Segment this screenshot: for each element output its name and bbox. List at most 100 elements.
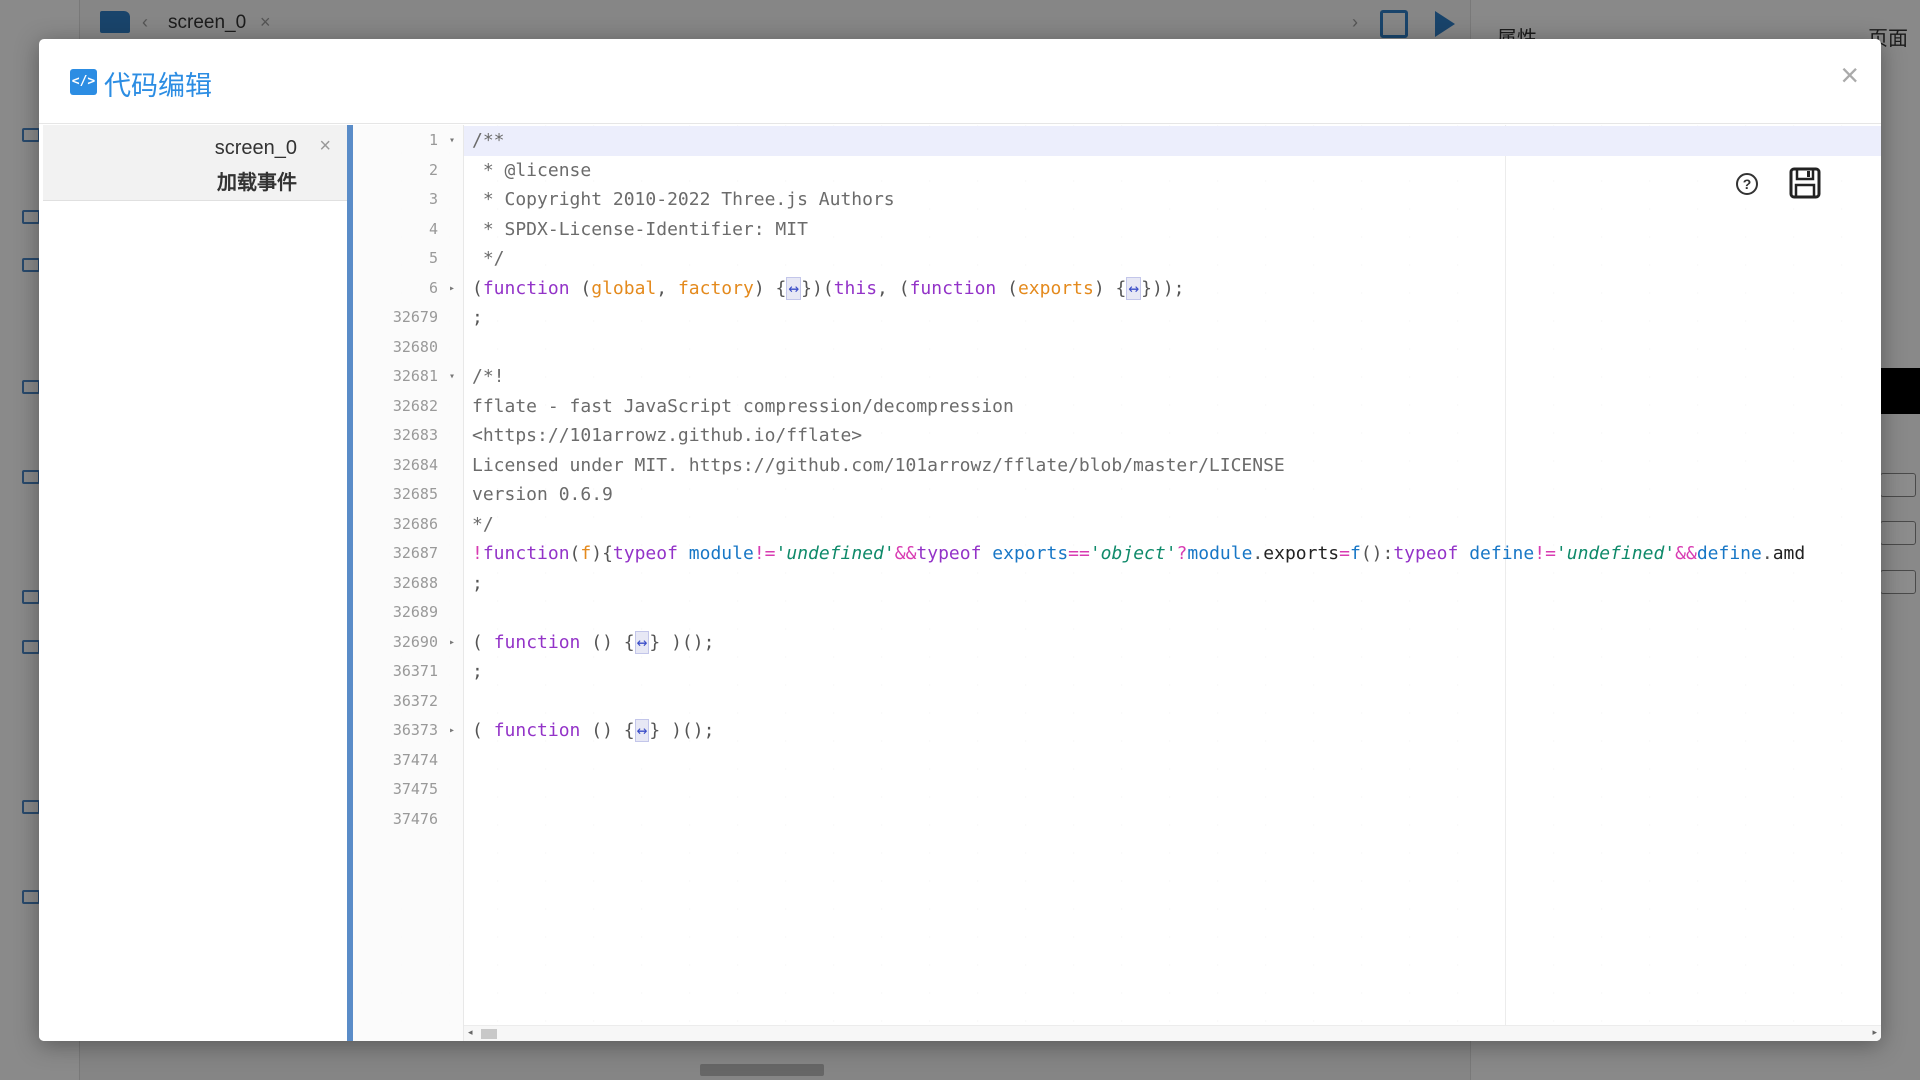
code-token: ; [472,307,483,328]
code-token: })( [801,277,834,299]
line-number: 32689 [353,598,464,628]
folded-code-marker[interactable]: ↔ [634,630,650,654]
code-token: , ( [877,277,910,299]
close-script-button[interactable]: × [319,135,331,158]
code-line[interactable]: /*! [464,362,1881,392]
code-line[interactable]: /** [464,126,1881,156]
line-number: 36371 [353,657,464,687]
code-token: ? [1176,543,1188,564]
line-number: 32681 ▾ [353,362,464,392]
code-line[interactable]: */ [464,510,1881,540]
code-token: == [1068,543,1090,564]
script-event-label: 加载事件 [217,172,297,194]
code-token: fflate - fast JavaScript compression/dec… [472,395,1014,417]
code-line[interactable]: * Copyright 2010-2022 Three.js Authors [464,185,1881,215]
line-number: 2 [353,156,464,186]
help-circle-icon[interactable]: ? [1736,173,1758,195]
code-line[interactable]: ( function () {↔} )(); [464,716,1881,746]
code-token: ; [472,661,483,682]
line-number-text: 4 [428,219,438,238]
line-number-text: 37476 [392,809,438,828]
dialog-title: 代码编辑 [104,71,212,101]
code-token: () { [580,631,635,653]
code-line[interactable]: */ [464,244,1881,274]
code-token: exports [992,543,1069,564]
code-token: f [580,543,592,564]
code-token: module [688,543,754,564]
code-token: this [833,277,878,299]
script-list: screen_0 × 加载事件 [39,125,347,1041]
horizontal-scrollbar[interactable]: ◂ ▸ [464,1025,1881,1041]
code-line[interactable] [464,746,1881,776]
code-line[interactable]: ; [464,569,1881,599]
line-number-text: 32686 [392,514,438,533]
folded-code-marker[interactable]: ↔ [634,719,650,742]
line-number-text: 32680 [392,337,438,356]
folded-code-marker[interactable]: ↔ [1126,276,1142,300]
scroll-right-icon[interactable]: ▸ [1872,1027,1877,1038]
code-token: ( [472,720,494,741]
code-token: typeof [1393,543,1459,564]
code-line[interactable]: (function (global, factory) {↔})(this, (… [464,274,1881,304]
script-name: screen_0 [214,137,297,159]
folded-code-marker[interactable]: ↔ [786,276,802,300]
line-number: 6 ▸ [353,274,464,304]
code-line[interactable]: !function(f){typeof module!='undefined'&… [464,539,1881,569]
line-number: 37474 [353,746,464,776]
code-line[interactable]: ; [464,303,1881,333]
fold-closed-icon[interactable]: ▸ [449,274,455,304]
code-token: ( [569,543,581,564]
line-number: 3 [353,185,464,215]
line-number-text: 32681 [392,367,438,385]
code-token: ){ [591,543,613,564]
code-content[interactable]: /** * @license * Copyright 2010-2022 Thr… [464,125,1881,1025]
code-line[interactable] [464,598,1881,628]
code-token: function [482,543,570,564]
code-line[interactable]: version 0.6.9 [464,480,1881,510]
line-number-text: 32688 [392,573,438,592]
code-line[interactable]: Licensed under MIT. https://github.com/1… [464,451,1881,481]
script-list-item[interactable]: screen_0 × 加载事件 [43,125,347,201]
line-number-text: 37475 [392,780,438,798]
code-token: } )(); [649,631,715,653]
code-line[interactable]: <https://101arrowz.github.io/fflate> [464,421,1881,451]
code-token: 'object' [1089,543,1177,564]
code-token: exports [1263,543,1340,564]
code-token: . [1252,543,1264,564]
code-token: function [909,277,997,299]
scroll-left-icon[interactable]: ◂ [468,1027,473,1038]
scrollbar-thumb[interactable] [481,1029,497,1039]
fold-open-icon[interactable]: ▾ [449,362,455,392]
code-editor[interactable]: 1 ▾ 2 3 4 5 6 ▸ 32679 32680 32681 ▾ 32682 32683 32684 3… [353,125,1881,1041]
line-number-gutter: 1 ▾ 2 3 4 5 6 ▸ 32679 32680 32681 ▾ 32682 32683 32684 3… [353,125,464,1041]
code-line[interactable]: ( function () {↔} )(); [464,628,1881,658]
code-token: && [1675,543,1697,564]
line-number-text: 1 [428,131,438,149]
code-line[interactable] [464,333,1881,363]
fold-open-icon[interactable]: ▾ [449,126,455,156]
code-token: f [1349,543,1361,564]
line-number: 37475 [353,775,464,805]
code-line[interactable] [464,775,1881,805]
code-editor-dialog: </> 代码编辑 × screen_0 × 加载事件 1 ▾ 2 3 4 5 6 ▸ 32679… [39,39,1881,1041]
code-line[interactable]: fflate - fast JavaScript compression/dec… [464,392,1881,422]
save-icon[interactable] [1789,167,1821,199]
dialog-header: </> 代码编辑 × [39,39,1881,124]
code-line[interactable] [464,687,1881,717]
fold-closed-icon[interactable]: ▸ [449,716,455,746]
code-line[interactable]: * SPDX-License-Identifier: MIT [464,215,1881,245]
code-line[interactable]: * @license [464,156,1881,186]
code-token: */ [472,513,494,535]
line-number-text: 3 [428,190,438,208]
code-line[interactable] [464,805,1881,835]
line-number-text: 32689 [392,603,438,621]
fold-closed-icon[interactable]: ▸ [449,628,455,658]
code-token: (): [1360,543,1394,564]
code-line[interactable]: ; [464,657,1881,687]
code-token: * @license [472,159,592,181]
code-token: factory [677,277,754,299]
close-dialog-button[interactable]: × [1840,57,1859,94]
code-token: 'undefined' [1555,543,1676,564]
line-number-text: 32690 [392,632,438,651]
